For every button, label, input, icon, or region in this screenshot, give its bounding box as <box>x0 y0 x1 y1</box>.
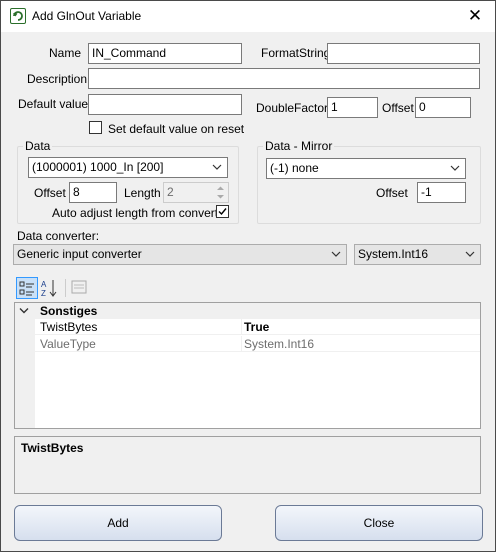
data-source-value: (1000001) 1000_In [200] <box>32 160 164 174</box>
svg-text:A: A <box>41 280 47 289</box>
property-name: TwistBytes <box>40 320 98 334</box>
stepper-arrows-icon <box>217 186 224 199</box>
toolbar-separator <box>65 279 66 297</box>
offset-label: Offset <box>382 101 414 115</box>
name-input[interactable]: IN_Command <box>88 43 242 64</box>
description-input[interactable] <box>88 68 480 89</box>
categorized-icon <box>19 281 34 296</box>
add-button[interactable]: Add <box>14 505 222 541</box>
property-value: System.Int16 <box>244 337 315 351</box>
chevron-down-icon <box>212 164 222 170</box>
window-title: Add GlnOut Variable <box>32 9 142 23</box>
grid-divider <box>241 319 242 335</box>
sort-az-icon: A Z <box>41 280 57 298</box>
offset-input[interactable]: 0 <box>415 97 471 118</box>
property-row-twistbytes[interactable]: TwistBytes True <box>15 319 480 335</box>
property-grid: Sonstiges TwistBytes True ValueType Syst… <box>14 302 481 429</box>
format-string-input[interactable] <box>327 43 480 64</box>
category-row[interactable]: Sonstiges <box>15 303 480 319</box>
value-type-value: System.Int16 <box>358 247 429 261</box>
data-group-title: Data <box>23 139 53 153</box>
property-row-valuetype[interactable]: ValueType System.Int16 <box>15 336 480 352</box>
help-title: TwistBytes <box>21 441 84 455</box>
chevron-down-icon <box>465 251 475 257</box>
property-value[interactable]: True <box>244 320 269 334</box>
value-type-select[interactable]: System.Int16 <box>354 244 481 265</box>
app-arrow-icon <box>10 8 26 24</box>
svg-text:Z: Z <box>41 289 46 298</box>
chevron-down-icon <box>450 165 460 171</box>
property-name: ValueType <box>40 337 96 351</box>
description-label: Description <box>27 72 88 86</box>
data-converter-select[interactable]: Generic input converter <box>13 244 347 265</box>
name-label: Name <box>48 46 81 60</box>
property-pages-button <box>69 277 91 299</box>
data-converter-label: Data converter: <box>17 229 100 243</box>
title-bar: Add GlnOut Variable ✕ <box>1 1 495 32</box>
data-source-select[interactable]: (1000001) 1000_In [200] <box>28 157 228 178</box>
grid-divider <box>241 336 242 352</box>
set-default-checkbox[interactable] <box>89 121 102 134</box>
data-offset-label: Offset <box>34 186 66 200</box>
alphabetical-sort-button[interactable]: A Z <box>39 277 61 299</box>
data-length-label: Length <box>124 186 161 200</box>
mirror-offset-input[interactable]: -1 <box>417 182 466 203</box>
auto-adjust-label: Auto adjust length from converter <box>52 206 229 220</box>
collapse-chevron-icon[interactable] <box>19 307 29 315</box>
mirror-source-value: (-1) none <box>270 161 319 175</box>
categorized-view-button[interactable] <box>16 277 38 299</box>
mirror-source-select[interactable]: (-1) none <box>266 158 466 179</box>
checkmark-icon <box>218 208 227 216</box>
chevron-down-icon <box>331 251 341 257</box>
double-factor-label: DoubleFactor <box>256 101 329 115</box>
double-factor-input[interactable]: 1 <box>327 97 378 118</box>
close-button[interactable]: Close <box>275 505 483 541</box>
format-string-label: FormatString <box>261 46 331 60</box>
mirror-group-title: Data - Mirror <box>263 139 335 153</box>
dialog-window: Add GlnOut Variable ✕ Name IN_Command Fo… <box>0 0 496 552</box>
close-window-button[interactable]: ✕ <box>463 5 487 27</box>
set-default-label: Set default value on reset <box>108 122 245 136</box>
property-help-pane: TwistBytes <box>14 436 481 494</box>
property-grid-toolbar: A Z <box>14 276 481 301</box>
data-length-value: 2 <box>167 185 174 199</box>
property-pages-icon <box>71 280 87 294</box>
mirror-offset-label: Offset <box>376 186 408 200</box>
auto-adjust-checkbox[interactable] <box>216 205 229 218</box>
category-label: Sonstiges <box>40 304 98 318</box>
data-converter-value: Generic input converter <box>17 247 142 261</box>
default-value-label: Default value <box>18 97 89 111</box>
default-value-input[interactable] <box>88 94 242 115</box>
data-offset-input[interactable]: 8 <box>69 182 117 203</box>
